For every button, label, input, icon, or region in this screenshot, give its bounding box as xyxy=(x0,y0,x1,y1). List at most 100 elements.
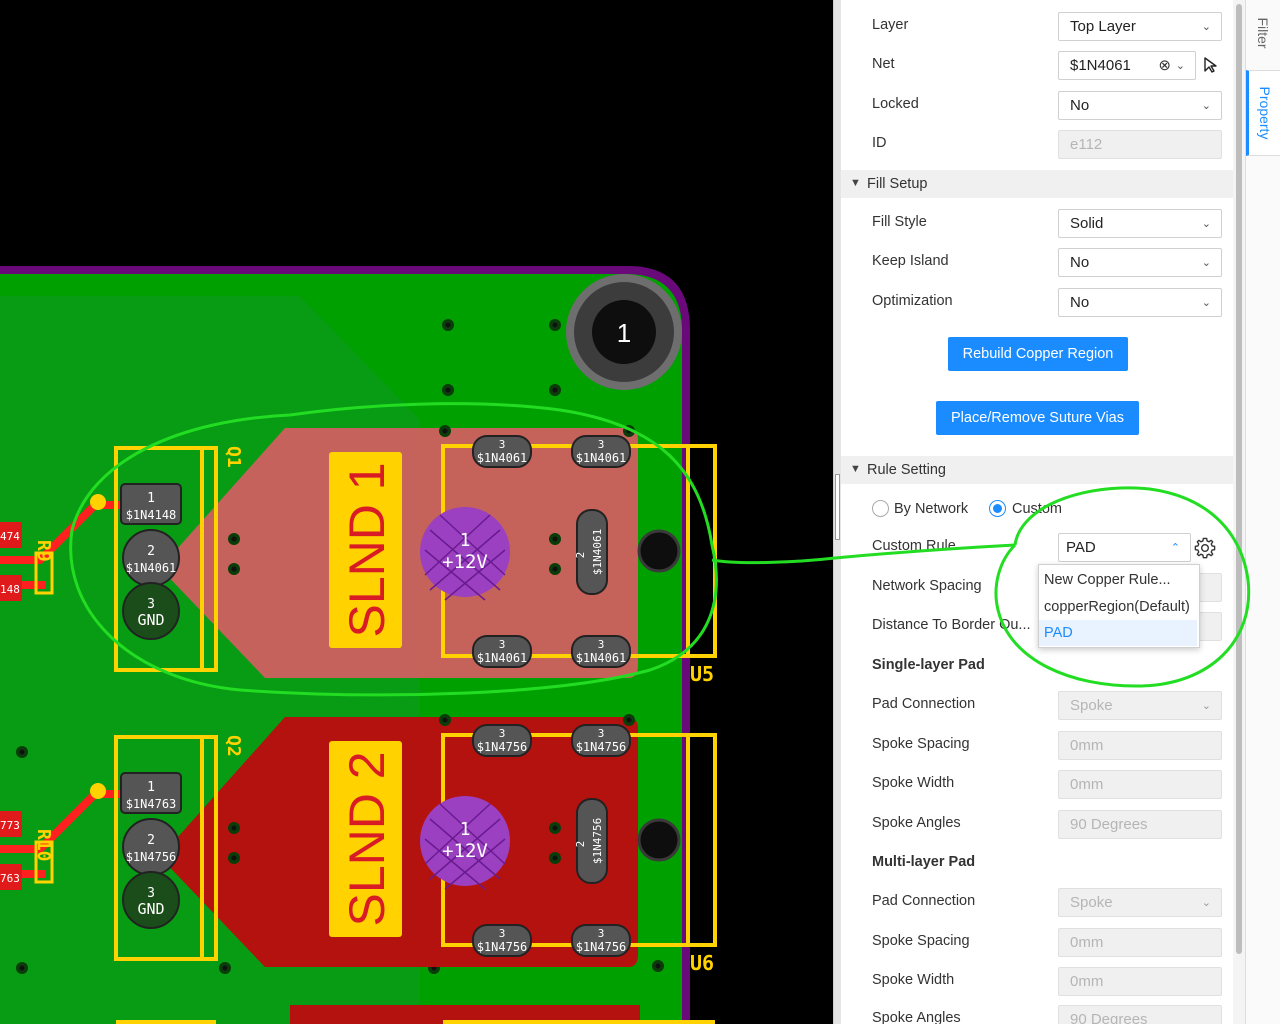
optimization-select[interactable]: No ⌄ xyxy=(1058,288,1222,317)
row-id: ID e112 xyxy=(841,125,1233,165)
optimization-label: Optimization xyxy=(872,293,953,309)
rule-setting-header[interactable]: ▼ Rule Setting xyxy=(841,456,1233,484)
place-remove-suture-vias-button[interactable]: Place/Remove Suture Vias xyxy=(936,401,1139,435)
pin3-number: 3 xyxy=(499,638,506,651)
center-pad-net: +12V xyxy=(442,551,488,573)
custom-radio[interactable] xyxy=(989,500,1006,517)
via-hole xyxy=(19,749,25,755)
row-single-spoke-width: Spoke Width 0mm xyxy=(841,765,1233,805)
net-select[interactable]: $1N4061 ⊗ ⌄ xyxy=(1058,51,1196,80)
via-hole xyxy=(552,536,558,542)
rebuild-copper-region-button[interactable]: Rebuild Copper Region xyxy=(948,337,1128,371)
fill-style-value: Solid xyxy=(1070,215,1104,232)
fill-style-label: Fill Style xyxy=(872,214,927,230)
row-optimization: Optimization No ⌄ xyxy=(841,283,1233,323)
dropdown-option-copper-region[interactable]: copperRegion(Default) xyxy=(1039,594,1197,620)
net-label: Net xyxy=(872,56,895,72)
via-hole xyxy=(655,963,661,969)
pin2-net: $1N4756 xyxy=(591,818,604,864)
dropdown-option-pad[interactable]: PAD xyxy=(1039,620,1197,646)
spoke-spacing-field: 0mm xyxy=(1058,928,1222,957)
fill-setup-header[interactable]: ▼ Fill Setup xyxy=(841,170,1233,198)
via-hole xyxy=(442,428,448,434)
pin2-net: $1N4061 xyxy=(591,529,604,575)
custom-rule-value: PAD xyxy=(1066,539,1096,556)
splitter-grip[interactable] xyxy=(835,474,840,540)
pick-net-cursor-icon[interactable] xyxy=(1202,56,1220,74)
row-single-spoke-angles: Spoke Angles 90 Degrees xyxy=(841,805,1233,845)
connector-ref: U6 xyxy=(690,951,714,975)
layer-select[interactable]: Top Layer ⌄ xyxy=(1058,12,1222,41)
pin3-net: $1N4061 xyxy=(477,651,528,665)
pin-net: GND xyxy=(137,900,164,918)
optimization-value: No xyxy=(1070,294,1090,311)
pcb-canvas[interactable]: 1 474 148 R9 Q1 1 $1N4148 2 $1N4061 3 GND SLND 1 U5 1… xyxy=(0,0,833,1024)
pad-connection-label: Pad Connection xyxy=(872,893,976,909)
chevron-up-icon: ⌃ xyxy=(1170,542,1180,554)
row-net: Net $1N4061 ⊗ ⌄ xyxy=(841,46,1233,86)
silk-partial xyxy=(116,1020,216,1024)
gear-icon[interactable] xyxy=(1194,537,1216,559)
pin3-number: 3 xyxy=(598,927,605,940)
pin-number: 2 xyxy=(147,544,155,559)
spoke-width-label: Spoke Width xyxy=(872,972,955,988)
via-hole xyxy=(231,855,237,861)
pin3-number: 3 xyxy=(499,727,506,740)
pcb-drawing[interactable]: 1474148R9Q11$1N41482$1N40613GND SLND 1U51… xyxy=(0,0,833,1024)
spoke-angles-field: 90 Degrees xyxy=(1058,810,1222,839)
center-pad-number: 1 xyxy=(460,530,471,551)
custom-label[interactable]: Custom xyxy=(1012,501,1062,517)
via-hole xyxy=(552,855,558,861)
pin2-number: 2 xyxy=(574,841,587,848)
scrollbar-thumb[interactable] xyxy=(1236,4,1242,954)
fill-style-select[interactable]: Solid ⌄ xyxy=(1058,209,1222,238)
row-multi-spoke-spacing: Spoke Spacing 0mm xyxy=(841,923,1233,963)
pin-number: 1 xyxy=(147,780,155,795)
multi-layer-pad-title: Multi-layer Pad xyxy=(872,854,976,870)
pin3-net: $1N4756 xyxy=(477,940,528,954)
row-fill-style: Fill Style Solid ⌄ xyxy=(841,204,1233,244)
transistor-ref: Q2 xyxy=(223,735,244,757)
connector-ref: U5 xyxy=(690,662,714,686)
by-network-label[interactable]: By Network xyxy=(894,501,968,517)
via-hole xyxy=(445,322,451,328)
pin3-net: $1N4756 xyxy=(477,740,528,754)
panel-splitter[interactable] xyxy=(833,0,841,1024)
property-panel: Layer Top Layer ⌄ Net $1N4061 ⊗ ⌄ Locked No… xyxy=(841,0,1233,1024)
chevron-down-icon: ⌄ xyxy=(1201,218,1211,230)
layer-value: Top Layer xyxy=(1070,18,1136,35)
single-layer-pad-title: Single-layer Pad xyxy=(872,657,985,673)
keep-island-select[interactable]: No ⌄ xyxy=(1058,248,1222,277)
pin-number: 3 xyxy=(147,597,155,612)
clear-icon[interactable]: ⊗ xyxy=(1158,56,1171,74)
tab-property[interactable]: Property xyxy=(1246,70,1280,156)
locked-select[interactable]: No ⌄ xyxy=(1058,91,1222,120)
dropdown-option-new-rule[interactable]: New Copper Rule... xyxy=(1039,567,1197,593)
chevron-down-icon: ⌄ xyxy=(1201,700,1211,712)
pin-number: 2 xyxy=(147,833,155,848)
resistor-ref: R9 xyxy=(33,540,54,562)
left-net-label: 773 xyxy=(0,819,20,832)
via-hole xyxy=(552,322,558,328)
custom-rule-select[interactable]: PAD ⌃ xyxy=(1058,533,1191,562)
spoke-width-label: Spoke Width xyxy=(872,775,955,791)
chevron-down-icon: ⌄ xyxy=(1201,21,1211,33)
spoke-spacing-label: Spoke Spacing xyxy=(872,933,970,949)
solenoid-label: SLND 2 xyxy=(339,751,395,926)
via-hole xyxy=(222,965,228,971)
row-rule-mode: By Network Custom xyxy=(841,492,1233,532)
pad-connection-value: Spoke xyxy=(1070,894,1113,911)
by-network-radio[interactable] xyxy=(872,500,889,517)
tab-property-label: Property xyxy=(1256,86,1273,140)
left-net-label: 474 xyxy=(0,530,20,543)
via-hole xyxy=(231,825,237,831)
silk-dot xyxy=(90,783,106,799)
tab-filter[interactable]: Filter xyxy=(1246,0,1280,66)
via-hole xyxy=(231,536,237,542)
via-hole xyxy=(552,825,558,831)
keep-island-value: No xyxy=(1070,254,1090,271)
panel-scrollbar[interactable] xyxy=(1233,0,1245,1024)
id-field: e112 xyxy=(1058,130,1222,159)
mounting-hole-label: 1 xyxy=(617,318,631,348)
pin-number: 3 xyxy=(147,886,155,901)
